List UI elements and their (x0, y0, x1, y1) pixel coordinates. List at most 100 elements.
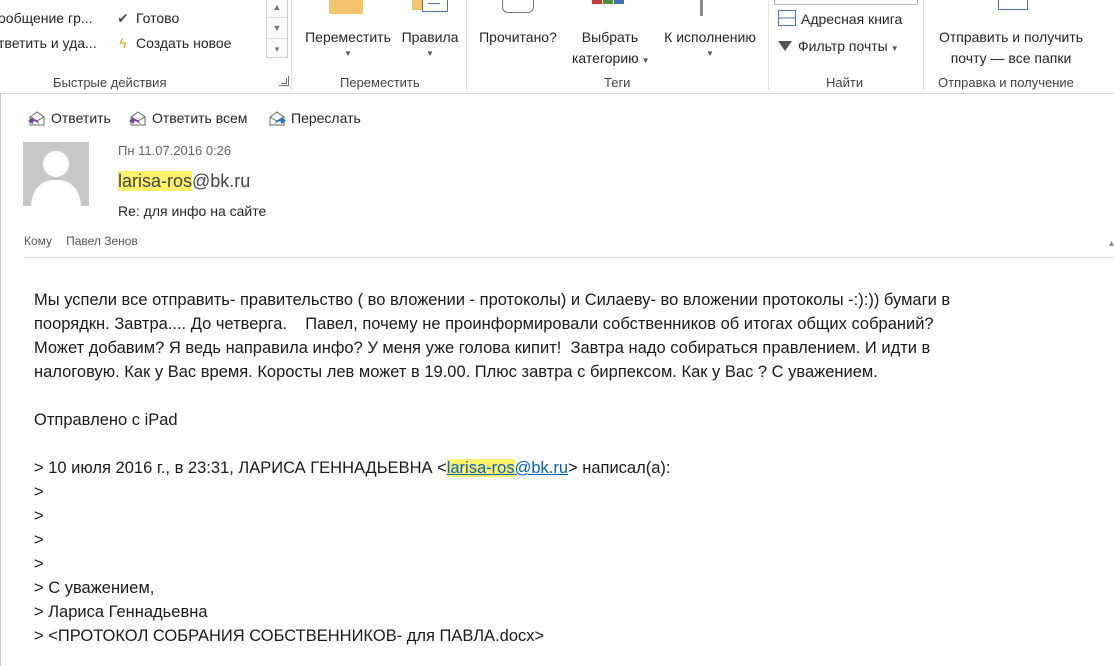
reading-pane: Ответить Ответить всем Переслать Пн 11.0… (0, 94, 1114, 666)
body-line: налоговую. Как у Вас время. Коросты лев … (34, 363, 878, 381)
forward-button[interactable]: Переслать (267, 110, 361, 126)
envelope-icon (502, 0, 534, 13)
quick-step-label: Готово (136, 10, 180, 26)
person-silhouette-icon (31, 151, 81, 206)
send-receive-line1: Отправить и получить (938, 29, 1084, 45)
sender-address[interactable]: larisa-ros@bk.ru (118, 171, 250, 192)
body-line: Мы успели все отправить- правительство (… (34, 291, 951, 309)
group-label-send-receive: Отправка и получение (938, 75, 1074, 90)
quote-header-line: > 10 июля 2016 г., в 23:31, ЛАРИСА ГЕННА… (34, 456, 1109, 480)
quick-steps-group: ообщение гр... тветить и уда... ✔ Готово … (0, 0, 292, 93)
forward-label: Переслать (291, 110, 361, 126)
quoted-line: > С уважением, (34, 579, 155, 597)
body-line: Может добавим? Я ведь направила инфо? У … (34, 339, 931, 357)
quick-step-label: ообщение гр... (0, 10, 93, 26)
quick-step-label: тветить и уда... (0, 35, 97, 51)
group-label-find: Найти (826, 75, 864, 90)
dialog-launcher-icon[interactable] (279, 76, 289, 86)
folder-icon (329, 0, 363, 14)
move-button-label: Переместить (305, 29, 391, 45)
read-unread-button[interactable]: Прочитано? (472, 0, 564, 48)
forward-icon (269, 111, 286, 126)
body-line (34, 384, 1109, 408)
rules-icon (412, 0, 448, 17)
quoted-line: > (34, 507, 44, 525)
scroll-down-icon[interactable]: ▼ (267, 18, 287, 39)
lightning-icon: ϟ (119, 35, 127, 51)
reply-label: Ответить (51, 110, 111, 126)
ribbon: ообщение гр... тветить и уда... ✔ Готово … (0, 0, 1114, 94)
scroll-up-icon[interactable]: ▲ (267, 0, 287, 18)
categories-icon (592, 0, 624, 14)
send-receive-icon (998, 0, 1028, 16)
chevron-down-icon: ▼ (706, 49, 714, 58)
quick-step-create-new[interactable]: ϟ Создать новое (114, 35, 231, 51)
quote-email-highlight: larisa-ros (446, 459, 515, 477)
chevron-down-icon: ▼ (426, 49, 434, 58)
message-body: Мы успели все отправить- правительство (… (34, 288, 1109, 648)
categorize-label-line2: категорию (572, 50, 639, 66)
rules-button[interactable]: Правила ▼ (398, 0, 462, 60)
reply-all-icon (129, 111, 146, 126)
expand-header-icon[interactable]: ▴ (1109, 238, 1114, 249)
follow-up-label: К исполнению (664, 29, 756, 45)
reply-button[interactable]: Ответить (27, 110, 111, 126)
follow-up-button[interactable]: К исполнению ▼ (656, 0, 764, 60)
divider (291, 0, 292, 90)
quote-suffix: > написал(а): (568, 459, 671, 477)
filter-icon (778, 41, 792, 51)
header-divider (24, 257, 1114, 258)
filter-mail-button[interactable]: Фильтр почты ▼ (778, 38, 899, 54)
message-date: Пн 11.07.2016 0:26 (118, 143, 232, 158)
address-book-label: Адресная книга (801, 11, 903, 27)
to-label: Кому (24, 234, 53, 248)
quoted-line: > (34, 555, 44, 573)
sender-domain: @bk.ru (192, 171, 251, 191)
flag-icon (700, 0, 703, 16)
address-book-icon (778, 10, 796, 26)
chevron-down-icon: ▼ (890, 44, 899, 53)
message-subject: Re: для инфо на сайте (118, 203, 267, 219)
filter-mail-label: Фильтр почты (798, 38, 888, 54)
rules-button-label: Правила (401, 29, 459, 45)
to-recipient[interactable]: Павел Зенов (66, 234, 138, 248)
quoted-line: > (34, 483, 44, 501)
read-button-label: Прочитано? (479, 29, 557, 45)
body-line: Отправлено с iPad (34, 411, 178, 429)
divider (466, 0, 467, 90)
reply-all-button[interactable]: Ответить всем (128, 110, 247, 126)
quote-prefix: > 10 июля 2016 г., в 23:31, ЛАРИСА ГЕННА… (34, 459, 447, 477)
quoted-line: > Лариса Геннадьевна (34, 603, 208, 621)
group-label-move: Переместить (340, 75, 420, 90)
avatar (23, 142, 89, 206)
reply-all-label: Ответить всем (152, 110, 248, 126)
body-line: поорядкн. Завтра.... До четверга. Павел,… (34, 315, 934, 333)
quick-steps-scroll[interactable]: ▲ ▼ ▾ (266, 0, 288, 58)
group-label-quick-steps: Быстрые действия (53, 75, 167, 90)
more-icon[interactable]: ▾ (267, 39, 287, 59)
quote-email-link[interactable]: larisa-ros@bk.ru (446, 459, 569, 477)
address-book-button[interactable]: Адресная книга (778, 10, 902, 27)
pane-border (0, 94, 1, 666)
reply-icon (28, 111, 45, 126)
attachment-reference: > <ПРОТОКОЛ СОБРАНИЯ СОБСТВЕННИКОВ- для … (34, 627, 545, 645)
quick-step-label: Создать новое (136, 35, 232, 51)
address-book-top-border (774, 0, 918, 5)
chevron-down-icon: ▼ (344, 49, 352, 58)
quick-step-move-to-group[interactable]: ообщение гр... (0, 10, 93, 26)
quick-step-reply-delete[interactable]: тветить и уда... (0, 35, 97, 51)
body-line (34, 432, 1109, 456)
move-button[interactable]: Переместить ▼ (300, 0, 396, 60)
quick-step-done[interactable]: ✔ Готово (114, 10, 179, 27)
send-receive-all-button[interactable]: Отправить и получить почту — все папки (928, 0, 1094, 69)
send-receive-line2: почту — все папки (950, 50, 1072, 66)
chevron-down-icon: ▼ (641, 56, 650, 65)
sender-name-highlight: larisa-ros (118, 171, 193, 191)
quote-email-domain: @bk.ru (514, 459, 569, 477)
divider (923, 0, 924, 90)
group-label-tags: Теги (604, 75, 631, 90)
to-row: Кому Павел Зенов (24, 234, 138, 248)
categorize-button[interactable]: Выбрать категорию ▼ (572, 0, 650, 71)
checkmark-icon: ✔ (117, 10, 129, 26)
categorize-label-line1: Выбрать (581, 29, 639, 45)
